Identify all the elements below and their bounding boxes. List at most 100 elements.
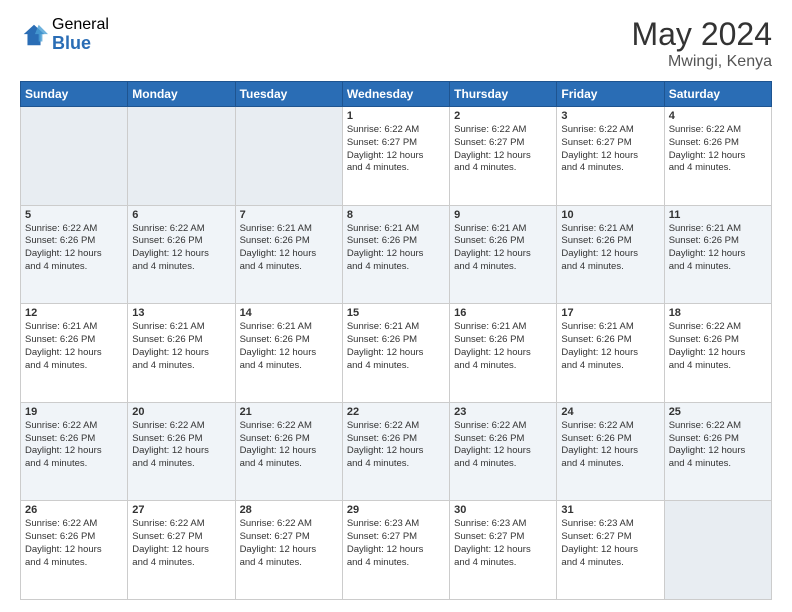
day-cell: 9 Sunrise: 6:21 AMSunset: 6:26 PMDaylight…: [450, 205, 557, 304]
day-number: 1: [347, 110, 445, 122]
day-info: Sunrise: 6:21 AMSunset: 6:26 PMDaylight:…: [454, 321, 552, 372]
day-cell: 17 Sunrise: 6:21 AMSunset: 6:26 PMDayligh…: [557, 304, 664, 403]
week-row-2: 5 Sunrise: 6:22 AMSunset: 6:26 PMDaylight…: [21, 205, 772, 304]
header-thursday: Thursday: [450, 82, 557, 107]
day-cell: 4 Sunrise: 6:22 AMSunset: 6:26 PMDaylight…: [664, 107, 771, 206]
calendar-table: Sunday Monday Tuesday Wednesday Thursday…: [20, 81, 772, 600]
logo-icon: [20, 21, 48, 49]
day-cell: 20 Sunrise: 6:22 AMSunset: 6:26 PMDayligh…: [128, 402, 235, 501]
day-info: Sunrise: 6:23 AMSunset: 6:27 PMDaylight:…: [454, 518, 552, 569]
day-info: Sunrise: 6:22 AMSunset: 6:26 PMDaylight:…: [347, 420, 445, 471]
day-number: 31: [561, 504, 659, 516]
day-info: Sunrise: 6:21 AMSunset: 6:26 PMDaylight:…: [132, 321, 230, 372]
day-cell: 22Sunrise: 6:22 AMSunset: 6:26 PMDayligh…: [342, 402, 449, 501]
day-number: 11: [669, 209, 767, 221]
day-number: 9: [454, 209, 552, 221]
day-cell: 13 Sunrise: 6:21 AMSunset: 6:26 PMDayligh…: [128, 304, 235, 403]
logo: GeneralBlue: [20, 16, 109, 53]
day-number: 5: [25, 209, 123, 221]
day-info: Sunrise: 6:21 AMSunset: 6:26 PMDaylight:…: [25, 321, 123, 372]
location: Mwingi, Kenya: [631, 53, 772, 71]
day-info: Sunrise: 6:22 AMSunset: 6:26 PMDaylight:…: [25, 223, 123, 274]
day-cell: 26 Sunrise: 6:22 AMSunset: 6:26 PMDayligh…: [21, 501, 128, 600]
day-info: Sunrise: 6:22 AMSunset: 6:26 PMDaylight:…: [25, 420, 123, 471]
day-cell: 30 Sunrise: 6:23 AMSunset: 6:27 PMDayligh…: [450, 501, 557, 600]
day-cell: 21 Sunrise: 6:22 AMSunset: 6:26 PMDayligh…: [235, 402, 342, 501]
day-number: 25: [669, 406, 767, 418]
day-number: 6: [132, 209, 230, 221]
day-number: 24: [561, 406, 659, 418]
day-number: 30: [454, 504, 552, 516]
day-number: 26: [25, 504, 123, 516]
day-number: 15: [347, 307, 445, 319]
header-monday: Monday: [128, 82, 235, 107]
day-cell: 25 Sunrise: 6:22 AMSunset: 6:26 PMDayligh…: [664, 402, 771, 501]
day-info: Sunrise: 6:22 AMSunset: 6:26 PMDaylight:…: [669, 124, 767, 175]
day-info: Sunrise: 6:22 AMSunset: 6:26 PMDaylight:…: [132, 420, 230, 471]
day-number: 2: [454, 110, 552, 122]
day-cell: 5 Sunrise: 6:22 AMSunset: 6:26 PMDaylight…: [21, 205, 128, 304]
day-info: Sunrise: 6:23 AMSunset: 6:27 PMDaylight:…: [347, 518, 445, 569]
day-number: 10: [561, 209, 659, 221]
day-number: 17: [561, 307, 659, 319]
month-year: May 2024: [631, 16, 772, 53]
day-cell: [664, 501, 771, 600]
day-info: Sunrise: 6:21 AMSunset: 6:26 PMDaylight:…: [669, 223, 767, 274]
day-cell: 31Sunrise: 6:23 AMSunset: 6:27 PMDayligh…: [557, 501, 664, 600]
day-cell: 15Sunrise: 6:21 AMSunset: 6:26 PMDayligh…: [342, 304, 449, 403]
day-cell: 3Sunrise: 6:22 AMSunset: 6:27 PMDaylight…: [557, 107, 664, 206]
day-number: 20: [132, 406, 230, 418]
day-number: 12: [25, 307, 123, 319]
day-number: 23: [454, 406, 552, 418]
day-info: Sunrise: 6:21 AMSunset: 6:26 PMDaylight:…: [561, 321, 659, 372]
day-info: Sunrise: 6:22 AMSunset: 6:26 PMDaylight:…: [669, 321, 767, 372]
title-block: May 2024 Mwingi, Kenya: [631, 16, 772, 71]
week-row-1: 1 Sunrise: 6:22 AMSunset: 6:27 PMDaylight…: [21, 107, 772, 206]
day-cell: 6 Sunrise: 6:22 AMSunset: 6:26 PMDaylight…: [128, 205, 235, 304]
day-cell: 27Sunrise: 6:22 AMSunset: 6:27 PMDayligh…: [128, 501, 235, 600]
weekday-header-row: Sunday Monday Tuesday Wednesday Thursday…: [21, 82, 772, 107]
day-info: Sunrise: 6:22 AMSunset: 6:26 PMDaylight:…: [132, 223, 230, 274]
day-info: Sunrise: 6:22 AMSunset: 6:27 PMDaylight:…: [240, 518, 338, 569]
day-cell: [235, 107, 342, 206]
day-number: 21: [240, 406, 338, 418]
day-number: 16: [454, 307, 552, 319]
day-cell: 12 Sunrise: 6:21 AMSunset: 6:26 PMDayligh…: [21, 304, 128, 403]
header: GeneralBlue May 2024 Mwingi, Kenya: [20, 16, 772, 71]
day-cell: 29Sunrise: 6:23 AMSunset: 6:27 PMDayligh…: [342, 501, 449, 600]
day-number: 18: [669, 307, 767, 319]
day-cell: 8Sunrise: 6:21 AMSunset: 6:26 PMDaylight…: [342, 205, 449, 304]
day-number: 4: [669, 110, 767, 122]
day-info: Sunrise: 6:22 AMSunset: 6:26 PMDaylight:…: [669, 420, 767, 471]
day-cell: 11 Sunrise: 6:21 AMSunset: 6:26 PMDayligh…: [664, 205, 771, 304]
day-info: Sunrise: 6:21 AMSunset: 6:26 PMDaylight:…: [454, 223, 552, 274]
day-number: 28: [240, 504, 338, 516]
day-number: 13: [132, 307, 230, 319]
day-cell: [128, 107, 235, 206]
week-row-4: 19Sunrise: 6:22 AMSunset: 6:26 PMDayligh…: [21, 402, 772, 501]
day-info: Sunrise: 6:22 AMSunset: 6:26 PMDaylight:…: [240, 420, 338, 471]
page: GeneralBlue May 2024 Mwingi, Kenya Sunda…: [0, 0, 792, 612]
day-info: Sunrise: 6:22 AMSunset: 6:27 PMDaylight:…: [347, 124, 445, 175]
day-info: Sunrise: 6:21 AMSunset: 6:26 PMDaylight:…: [240, 223, 338, 274]
day-number: 27: [132, 504, 230, 516]
day-info: Sunrise: 6:22 AMSunset: 6:27 PMDaylight:…: [454, 124, 552, 175]
header-saturday: Saturday: [664, 82, 771, 107]
day-info: Sunrise: 6:22 AMSunset: 6:26 PMDaylight:…: [454, 420, 552, 471]
day-cell: 16 Sunrise: 6:21 AMSunset: 6:26 PMDayligh…: [450, 304, 557, 403]
day-cell: 7Sunrise: 6:21 AMSunset: 6:26 PMDaylight…: [235, 205, 342, 304]
day-cell: 14 Sunrise: 6:21 AMSunset: 6:26 PMDayligh…: [235, 304, 342, 403]
day-info: Sunrise: 6:21 AMSunset: 6:26 PMDaylight:…: [240, 321, 338, 372]
logo-text: GeneralBlue: [52, 16, 109, 53]
day-number: 14: [240, 307, 338, 319]
day-info: Sunrise: 6:22 AMSunset: 6:26 PMDaylight:…: [25, 518, 123, 569]
day-info: Sunrise: 6:21 AMSunset: 6:26 PMDaylight:…: [561, 223, 659, 274]
header-friday: Friday: [557, 82, 664, 107]
logo-blue: Blue: [52, 34, 109, 54]
day-cell: 23 Sunrise: 6:22 AMSunset: 6:26 PMDayligh…: [450, 402, 557, 501]
week-row-3: 12 Sunrise: 6:21 AMSunset: 6:26 PMDayligh…: [21, 304, 772, 403]
logo-general: General: [52, 16, 109, 34]
header-wednesday: Wednesday: [342, 82, 449, 107]
day-info: Sunrise: 6:22 AMSunset: 6:27 PMDaylight:…: [561, 124, 659, 175]
day-cell: 18 Sunrise: 6:22 AMSunset: 6:26 PMDayligh…: [664, 304, 771, 403]
